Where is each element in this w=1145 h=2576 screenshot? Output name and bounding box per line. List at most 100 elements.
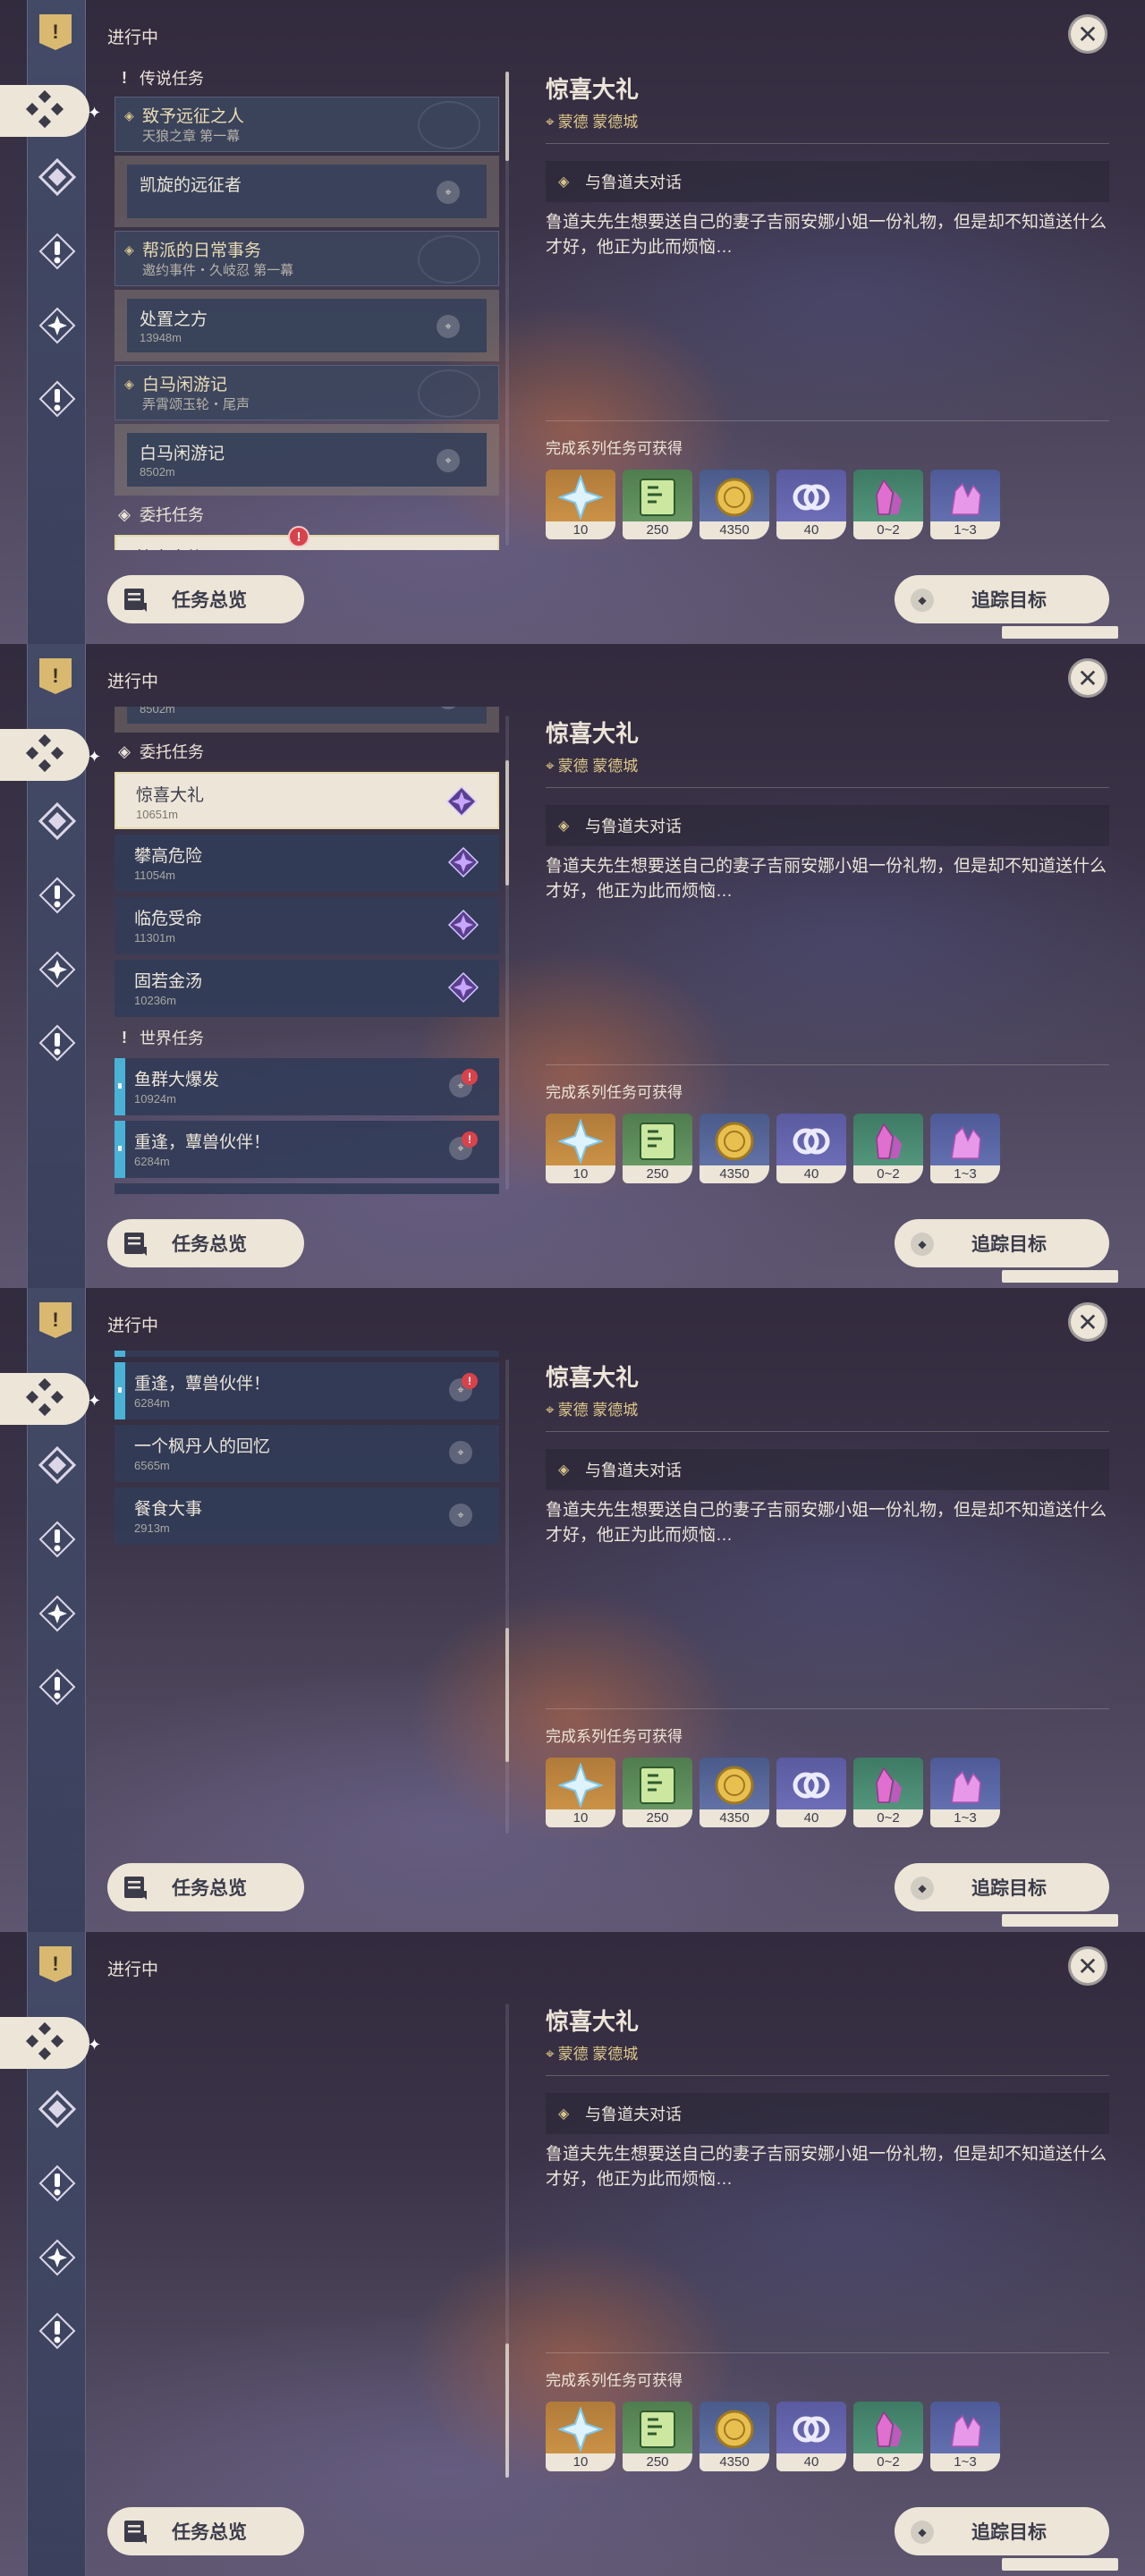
track-objective-button[interactable]: ◆ 追踪目标 bbox=[895, 1863, 1109, 1911]
scroll-thumb[interactable] bbox=[505, 72, 509, 161]
location-pin-icon[interactable]: ⌖! bbox=[449, 1131, 478, 1160]
close-button[interactable]: ✕ bbox=[1068, 1302, 1107, 1342]
scroll-thumb[interactable] bbox=[505, 2343, 509, 2478]
archon-quest-tab[interactable] bbox=[28, 152, 87, 206]
archon-quest-tab[interactable] bbox=[28, 2084, 87, 2138]
quest-subitem[interactable]: 处置之方 13948m ⌖ bbox=[127, 299, 487, 352]
reward-item[interactable]: 250 bbox=[623, 1758, 692, 1827]
quest-list[interactable]: !传说任务◈致予远征之人天狼之章 第一幕凯旋的远征者⌖◈帮派的日常事务邀约事件・… bbox=[107, 1351, 501, 1838]
reward-item[interactable]: 10 bbox=[546, 2402, 615, 2471]
in-progress-tab[interactable] bbox=[0, 1373, 89, 1425]
archon-quest-tab[interactable] bbox=[28, 1440, 87, 1494]
legend-quest-tab[interactable] bbox=[28, 2158, 87, 2212]
world-quest-item[interactable]: 鱼群大爆发10924m⌖! bbox=[114, 1351, 499, 1357]
commission-tab[interactable] bbox=[28, 2233, 87, 2286]
world-quest-tab[interactable] bbox=[28, 1662, 87, 1716]
commission-tab[interactable] bbox=[28, 301, 87, 354]
world-quest-tab[interactable] bbox=[28, 2306, 87, 2360]
quest-list-scrollbar[interactable] bbox=[505, 716, 509, 1190]
reward-item[interactable]: 40 bbox=[776, 1758, 846, 1827]
quest-list-scrollbar[interactable] bbox=[505, 2004, 509, 2478]
legend-quest-tab[interactable] bbox=[28, 870, 87, 924]
location-pin-icon[interactable]: ⌖ bbox=[449, 1441, 472, 1464]
reward-item[interactable]: 250 bbox=[623, 1114, 692, 1183]
reward-item[interactable]: 4350 bbox=[700, 2402, 769, 2471]
reward-item[interactable]: 40 bbox=[776, 2402, 846, 2471]
quest-list-scrollbar[interactable] bbox=[505, 1360, 509, 1834]
close-button[interactable]: ✕ bbox=[1068, 658, 1107, 698]
commission-tab[interactable] bbox=[28, 1589, 87, 1642]
world-quest-item[interactable]: 一个枫丹人的回忆6565m⌖ bbox=[114, 1183, 499, 1194]
reward-item[interactable]: 10 bbox=[546, 1758, 615, 1827]
reward-item[interactable]: 0~2 bbox=[853, 470, 923, 539]
quest-group-header[interactable]: ◈ 帮派的日常事务 邀约事件・久岐忍 第一幕 bbox=[114, 231, 499, 286]
reward-item[interactable]: 40 bbox=[776, 470, 846, 539]
reward-item[interactable]: 1~3 bbox=[930, 1758, 1000, 1827]
reward-item[interactable]: 1~3 bbox=[930, 1114, 1000, 1183]
reward-item[interactable]: 10 bbox=[546, 470, 615, 539]
in-progress-tab[interactable] bbox=[0, 85, 89, 137]
reward-item[interactable]: 10 bbox=[546, 1114, 615, 1183]
world-quest-item[interactable]: 重逢，蕈兽伙伴！ 6284m ⌖! bbox=[114, 1121, 499, 1178]
in-progress-tab[interactable] bbox=[0, 2017, 89, 2069]
location-pin-icon[interactable]: ⌖ bbox=[437, 449, 460, 472]
reward-item[interactable]: 0~2 bbox=[853, 1114, 923, 1183]
quest-overview-button[interactable]: 任务总览 bbox=[107, 1863, 304, 1911]
world-quest-tab[interactable] bbox=[28, 374, 87, 428]
location-pin-icon[interactable]: ⌖ bbox=[437, 315, 460, 338]
track-objective-button[interactable]: ◆ 追踪目标 bbox=[895, 2507, 1109, 2555]
exclamation-diamond-icon bbox=[38, 1520, 77, 1563]
world-quest-item[interactable]: 餐食大事 2913m ⌖ bbox=[114, 1487, 499, 1545]
close-button[interactable]: ✕ bbox=[1068, 14, 1107, 54]
scroll-thumb[interactable] bbox=[505, 760, 509, 886]
location-pin-icon[interactable]: ⌖! bbox=[449, 1069, 478, 1097]
reward-item[interactable]: 40 bbox=[776, 1114, 846, 1183]
commission-item[interactable]: 临危受命 11301m bbox=[114, 897, 499, 954]
world-quest-item[interactable]: 鱼群大爆发10924m⌖! bbox=[114, 1058, 499, 1115]
commission-item[interactable]: 惊喜大礼 10651m bbox=[114, 772, 499, 829]
commission-item[interactable]: 攀高危险 11054m bbox=[114, 835, 499, 892]
location-pin-icon[interactable]: ⌖! bbox=[449, 1373, 478, 1402]
reward-item[interactable]: 0~2 bbox=[853, 1758, 923, 1827]
track-objective-button[interactable]: ◆ 追踪目标 bbox=[895, 575, 1109, 623]
in-progress-tab[interactable] bbox=[0, 729, 89, 781]
quest-subitem[interactable]: 白马闲游记8502m⌖ bbox=[127, 433, 487, 487]
scroll-thumb[interactable] bbox=[505, 1628, 509, 1762]
reward-count: 250 bbox=[623, 1165, 692, 1183]
track-objective-button[interactable]: ◆ 追踪目标 bbox=[895, 1219, 1109, 1267]
reward-item[interactable]: 4350 bbox=[700, 1114, 769, 1183]
reward-item[interactable]: 1~3 bbox=[930, 470, 1000, 539]
reward-item[interactable]: 250 bbox=[623, 470, 692, 539]
quest-group-title: 帮派的日常事务 bbox=[142, 242, 262, 260]
reward-item[interactable]: 4350 bbox=[700, 470, 769, 539]
quest-subitem[interactable]: 白马闲游记8502m⌖ bbox=[127, 707, 487, 724]
legend-quest-tab[interactable] bbox=[28, 226, 87, 280]
quest-overview-button[interactable]: 任务总览 bbox=[107, 1219, 304, 1267]
quest-list-scrollbar[interactable] bbox=[505, 72, 509, 546]
commission-item[interactable]: 固若金汤 10236m bbox=[114, 960, 499, 1017]
legend-quest-tab[interactable] bbox=[28, 1514, 87, 1568]
divider bbox=[546, 2075, 1109, 2076]
reward-item[interactable]: 4350 bbox=[700, 1758, 769, 1827]
world-quest-item[interactable]: 重逢，蕈兽伙伴！ 6284m ⌖! bbox=[114, 1362, 499, 1419]
quest-group-header[interactable]: ◈ 白马闲游记 弄霄颂玉轮・尾声 bbox=[114, 365, 499, 420]
world-quest-item[interactable]: 一个枫丹人的回忆6565m⌖ bbox=[114, 1425, 499, 1482]
location-pin-icon[interactable]: ⌖ bbox=[437, 181, 460, 204]
quest-subitem[interactable]: 凯旋的远征者 ⌖ bbox=[127, 165, 487, 218]
world-quest-tab[interactable] bbox=[28, 1018, 87, 1072]
quest-list[interactable]: !传说任务◈致予远征之人天狼之章 第一幕凯旋的远征者⌖◈帮派的日常事务邀约事件・… bbox=[107, 1995, 501, 2482]
reward-item[interactable]: 250 bbox=[623, 2402, 692, 2471]
quest-overview-button[interactable]: 任务总览 bbox=[107, 575, 304, 623]
location-pin-icon[interactable]: ⌖ bbox=[437, 707, 460, 709]
quest-overview-button[interactable]: 任务总览 bbox=[107, 2507, 304, 2555]
exclamation-diamond-icon bbox=[38, 232, 77, 275]
commission-tab[interactable] bbox=[28, 945, 87, 998]
quest-group-header[interactable]: ◈ 致予远征之人 天狼之章 第一幕 bbox=[114, 97, 499, 152]
location-pin-icon[interactable]: ⌖ bbox=[449, 1504, 472, 1527]
archon-quest-tab[interactable] bbox=[28, 796, 87, 850]
reward-item[interactable]: 1~3 bbox=[930, 2402, 1000, 2471]
quest-list[interactable]: !传说任务◈致予远征之人天狼之章 第一幕凯旋的远征者⌖◈帮派的日常事务邀约事件・… bbox=[107, 63, 501, 550]
quest-list[interactable]: !传说任务◈致予远征之人天狼之章 第一幕凯旋的远征者⌖◈帮派的日常事务邀约事件・… bbox=[107, 707, 501, 1194]
close-button[interactable]: ✕ bbox=[1068, 1946, 1107, 1986]
reward-item[interactable]: 0~2 bbox=[853, 2402, 923, 2471]
